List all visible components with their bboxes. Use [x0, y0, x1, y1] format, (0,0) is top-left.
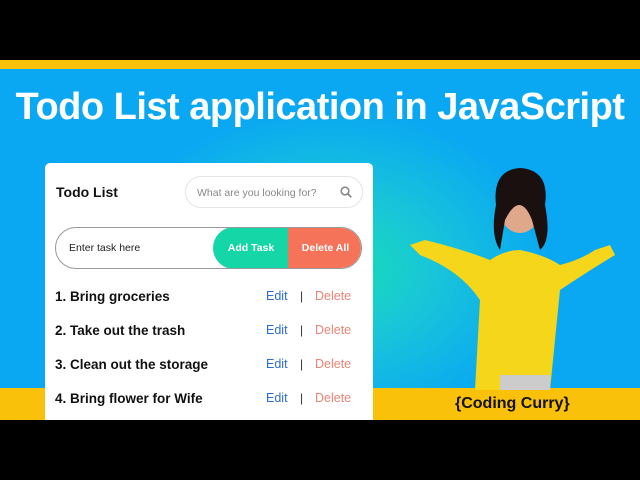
todo-item: 2. Take out the trash Edit | Delete [55, 323, 360, 343]
edit-link[interactable]: Edit [266, 323, 288, 337]
delete-all-button[interactable]: Delete All [288, 228, 361, 268]
todo-text: 2. Take out the trash [55, 323, 186, 338]
separator: | [300, 323, 304, 337]
separator: | [300, 289, 304, 303]
todo-text: 4. Bring flower for Wife [55, 391, 203, 406]
search-input[interactable]: What are you looking for? [185, 176, 363, 208]
delete-link[interactable]: Delete [315, 357, 351, 371]
task-input[interactable]: Enter task here [69, 242, 140, 254]
app-title: Todo List [56, 184, 118, 200]
search-placeholder: What are you looking for? [197, 187, 317, 199]
delete-link[interactable]: Delete [315, 323, 351, 337]
todo-text: 3. Clean out the storage [55, 357, 209, 372]
yellow-stripe-top [0, 60, 640, 69]
letterbox-top [0, 0, 640, 60]
todo-app-card: Todo List What are you looking for? Ente… [45, 163, 373, 420]
todo-item: 1. Bring groceries Edit | Delete [55, 289, 360, 309]
separator: | [300, 357, 304, 371]
search-icon[interactable] [340, 186, 352, 198]
edit-link[interactable]: Edit [266, 289, 288, 303]
edit-link[interactable]: Edit [266, 391, 288, 405]
add-task-button[interactable]: Add Task [213, 228, 289, 268]
letterbox-bottom [0, 420, 640, 480]
add-task-bar: Enter task here Add Task Delete All [55, 227, 362, 269]
presenter-illustration [410, 168, 615, 390]
todo-item: 4. Bring flower for Wife Edit | Delete [55, 391, 360, 411]
headline: Todo List application in JavaScript [15, 86, 625, 128]
todo-text: 1. Bring groceries [55, 289, 170, 304]
delete-link[interactable]: Delete [315, 289, 351, 303]
channel-brand: {Coding Curry} [455, 395, 570, 412]
todo-item: 3. Clean out the storage Edit | Delete [55, 357, 360, 377]
edit-link[interactable]: Edit [266, 357, 288, 371]
separator: | [300, 391, 304, 405]
delete-link[interactable]: Delete [315, 391, 351, 405]
